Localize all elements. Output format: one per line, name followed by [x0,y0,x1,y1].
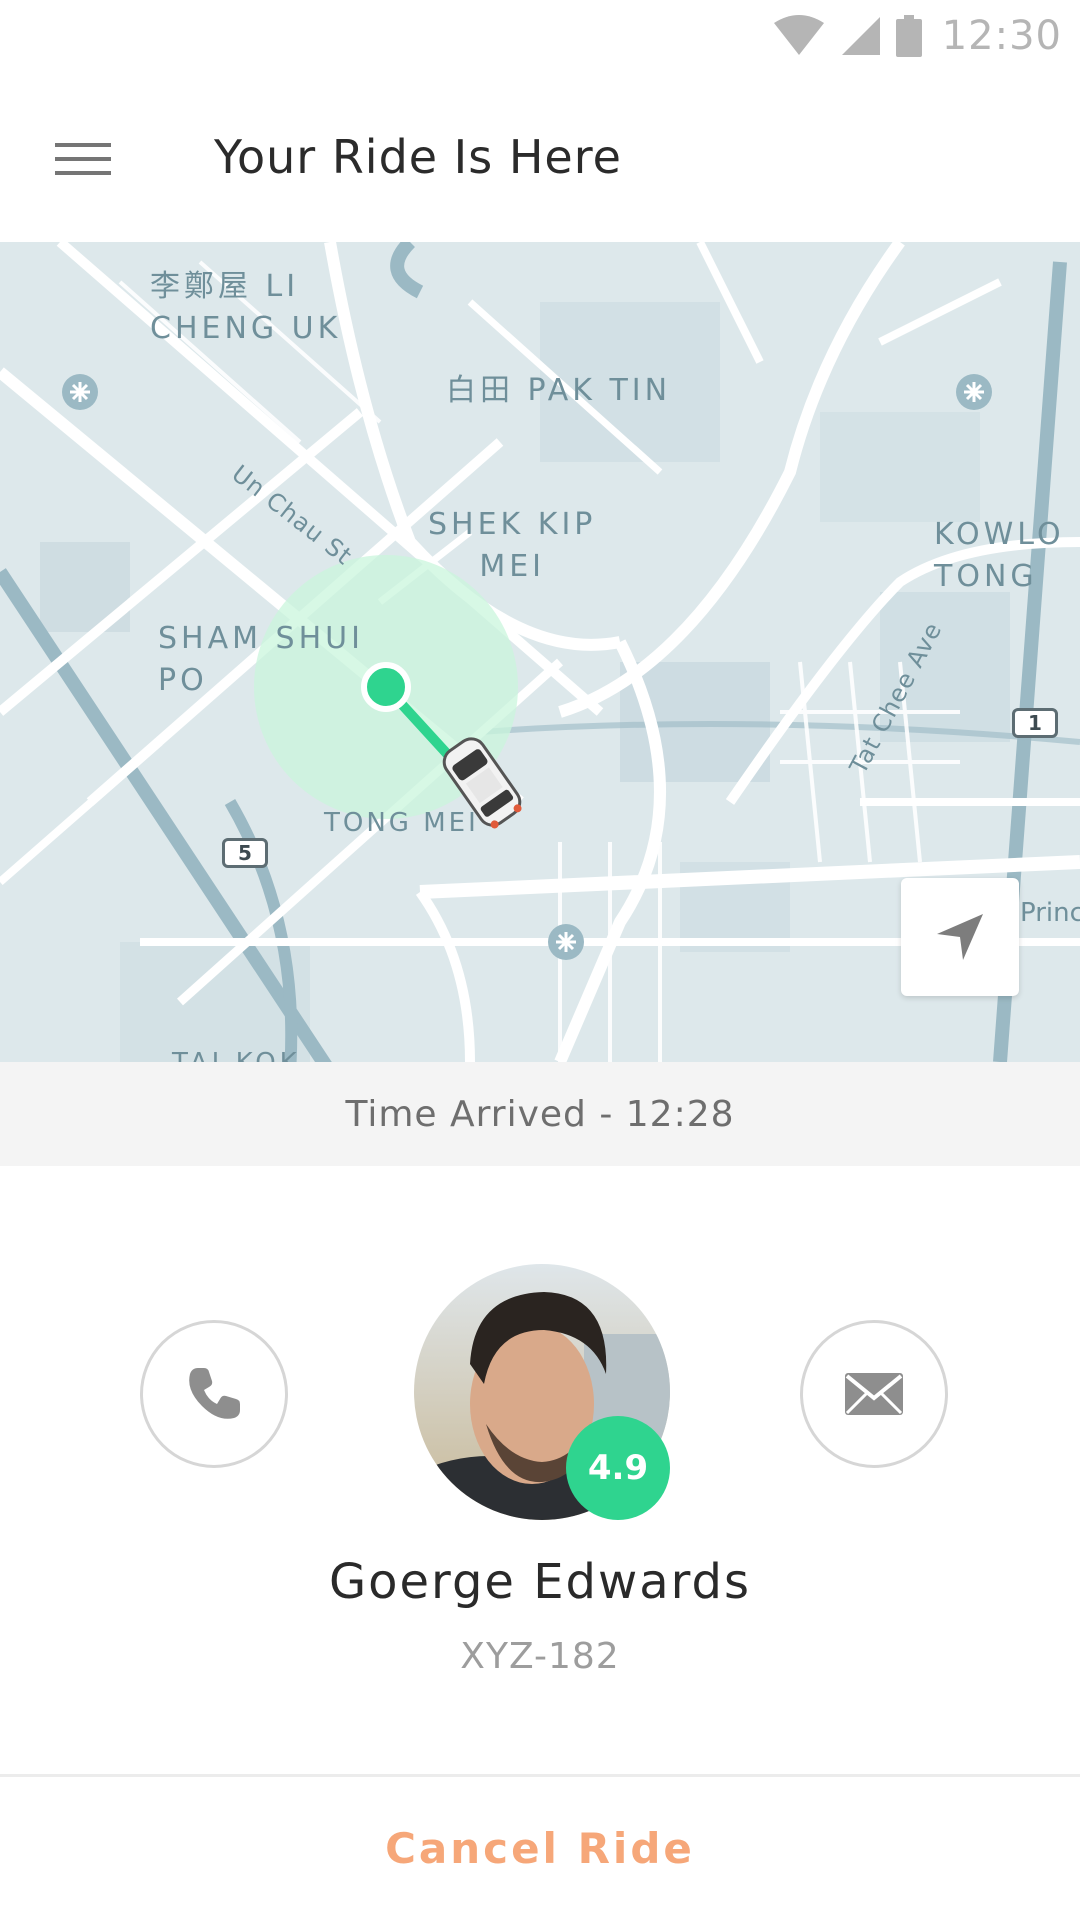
map-label-li-cheng-uk: 李鄭屋 LI CHENG UK [150,269,342,346]
app-bar: Your Ride Is Here [0,72,1080,242]
status-time: 12:30 [941,13,1062,59]
cancel-ride-label: Cancel Ride [385,1824,695,1873]
map-label-kowloon-tong: KOWLO TONG [934,517,1065,594]
metro-icon [62,374,98,410]
phone-icon [189,1368,240,1419]
status-bar: 12:30 [0,0,1080,72]
map-label-pak-tin: 白田 PAK TIN [446,373,672,408]
metro-icon [956,374,992,410]
call-driver-button[interactable] [140,1320,288,1468]
arrival-time-text: Time Arrived - 12:28 [345,1093,735,1135]
route-5-label: 5 [238,841,252,865]
map-label-tong-mei: TONG MEI [324,808,479,838]
route-1-label: 1 [1028,711,1042,735]
driver-rating-badge: 4.9 [566,1416,670,1520]
status-icons: 12:30 [772,10,1062,62]
locate-me-button[interactable] [901,878,1019,996]
message-driver-button[interactable] [800,1320,948,1468]
map-view[interactable]: 李鄭屋 LI CHENG UK 白田 PAK TIN SHEK KIP MEI … [0,242,1080,1062]
route-1-shield: 1 [1012,708,1058,738]
license-plate: XYZ-182 [460,1636,620,1677]
menu-icon [55,143,111,175]
metro-icon [548,924,584,960]
map-label-princ: Princ [1020,898,1080,928]
navigation-arrow-icon [937,914,983,960]
route-5-shield: 5 [222,838,268,868]
menu-button[interactable] [40,124,126,194]
battery-icon [895,15,922,57]
envelope-icon [845,1373,903,1415]
pickup-dot [361,662,411,712]
cancel-ride-button[interactable]: Cancel Ride [0,1774,1080,1920]
driver-card: 4.9 Goerge Edwards XYZ-182 [0,1166,1080,1774]
map-label-sham-shui-po: SHAM SHUI PO [158,621,364,698]
page-title: Your Ride Is Here [214,130,622,184]
map-label-tai-kok: TAI KOK [172,1042,301,1062]
wifi-icon [773,15,824,55]
signal-icon [841,17,880,55]
driver-name: Goerge Edwards [328,1554,752,1610]
map-label-shek-kip-mei: SHEK KIP MEI [428,507,597,584]
arrival-strip: Time Arrived - 12:28 [0,1062,1080,1166]
